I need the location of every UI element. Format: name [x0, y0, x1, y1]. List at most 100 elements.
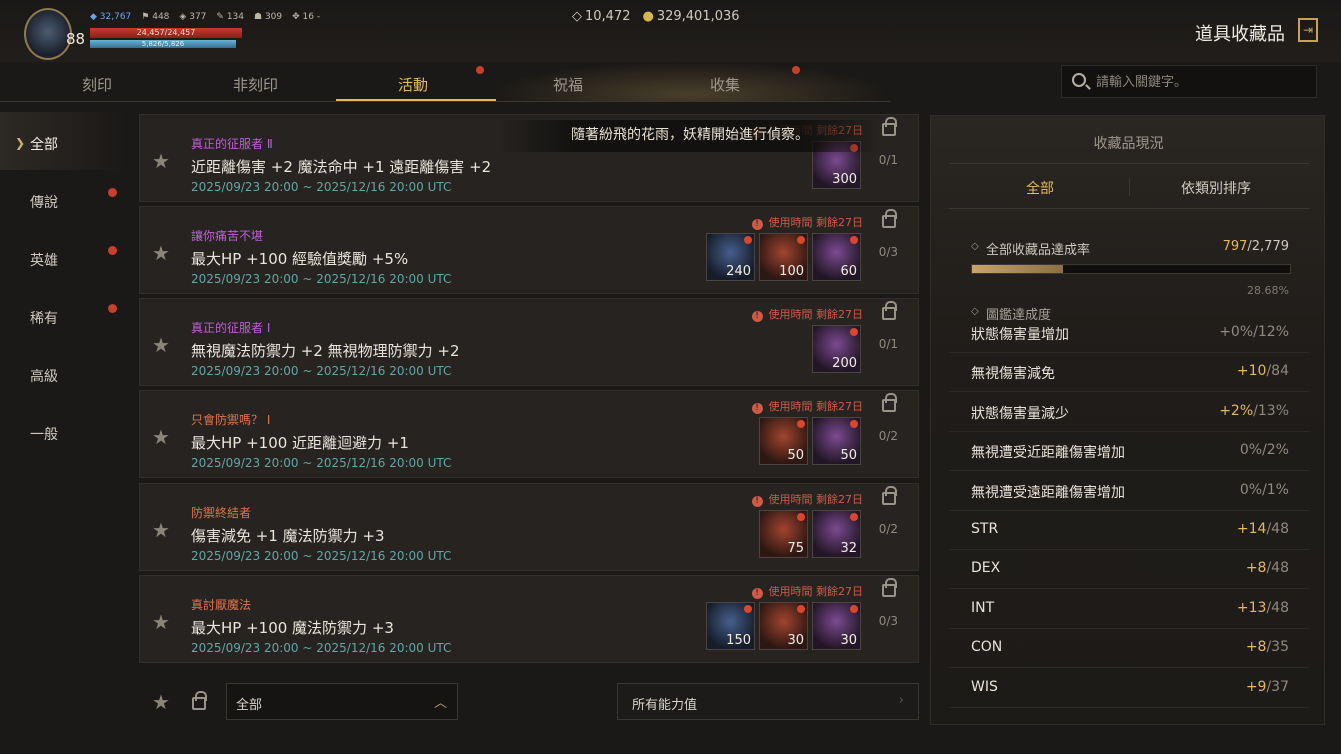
- category-dropdown[interactable]: 全部 ︿: [226, 683, 458, 720]
- sidebar-item-rare[interactable]: 稀有: [0, 286, 126, 344]
- stat-row: STR +14/48: [949, 512, 1309, 550]
- collection-period: 2025/09/23 20:00 ~ 2025/12/16 20:00 UTC: [191, 456, 452, 470]
- sidebar-item-heroic[interactable]: 英雄: [0, 228, 126, 286]
- stat-row: 無視傷害減免 +10/84: [949, 354, 1309, 393]
- collection-card[interactable]: ★ 讓你痛苦不堪 最大HP +100 經驗值獎勵 +5% 2025/09/23 …: [139, 206, 919, 294]
- tab-non-engraved[interactable]: 非刻印: [233, 74, 278, 95]
- stat-row: 狀態傷害量減少 +2%/13%: [949, 394, 1309, 432]
- lock-icon[interactable]: [882, 209, 897, 228]
- collection-count: 0/2: [878, 429, 898, 443]
- time-limit-warning: !使用時間 剩餘27日: [751, 398, 863, 414]
- favorite-star-icon[interactable]: ★: [152, 333, 170, 357]
- completion-rate-value: 797/2,779: [1222, 239, 1289, 254]
- lock-icon[interactable]: [882, 486, 897, 505]
- tab-event[interactable]: 活動: [398, 74, 428, 95]
- favorite-star-icon[interactable]: ★: [152, 425, 170, 449]
- material-slots: 240 100 60: [706, 233, 861, 281]
- collection-effect: 最大HP +100 經驗值獎勵 +5%: [191, 250, 409, 268]
- favorite-star-icon[interactable]: ★: [152, 241, 170, 265]
- notification-dot: [797, 420, 805, 428]
- material-slot[interactable]: 30: [812, 602, 861, 650]
- favorite-star-icon[interactable]: ★: [152, 610, 170, 634]
- stat-row: CON +8/35: [949, 630, 1309, 669]
- search-input[interactable]: [1096, 72, 1306, 92]
- lock-icon[interactable]: [882, 117, 897, 136]
- material-quantity: 50: [787, 448, 804, 463]
- search-icon[interactable]: [1072, 73, 1086, 87]
- stat-value: +0%/12%: [1219, 324, 1289, 340]
- material-quantity: 30: [840, 633, 857, 648]
- exit-icon[interactable]: ⇥: [1298, 18, 1318, 42]
- lock-icon[interactable]: [882, 578, 897, 597]
- collection-card[interactable]: ★ 真討厭魔法 最大HP +100 魔法防禦力 +3 2025/09/23 20…: [139, 575, 919, 663]
- tab-collection[interactable]: 收集: [710, 74, 740, 95]
- favorite-filter-star-icon[interactable]: ★: [152, 690, 170, 714]
- collection-period: 2025/09/23 20:00 ~ 2025/12/16 20:00 UTC: [191, 641, 452, 655]
- material-quantity: 300: [832, 172, 857, 187]
- collection-card[interactable]: ★ 防禦終結者 傷害減免 +1 魔法防禦力 +3 2025/09/23 20:0…: [139, 483, 919, 571]
- favorite-star-icon[interactable]: ★: [152, 149, 170, 173]
- stat-name: 無視遭受近距離傷害增加: [971, 445, 1125, 462]
- notification-dot: [797, 605, 805, 613]
- time-limit-warning: !使用時間 剩餘27日: [751, 491, 863, 507]
- lock-filter-icon[interactable]: [192, 691, 207, 710]
- sidebar-item-common[interactable]: 一般: [0, 402, 126, 460]
- lock-icon[interactable]: [882, 301, 897, 320]
- material-slot[interactable]: 75: [759, 510, 808, 558]
- collection-period: 2025/09/23 20:00 ~ 2025/12/16 20:00 UTC: [191, 272, 452, 286]
- material-slot[interactable]: 50: [759, 417, 808, 465]
- stat-name: INT: [971, 599, 995, 616]
- material-slot[interactable]: 240: [706, 233, 755, 281]
- sidebar-item-all[interactable]: ❯ 全部: [0, 112, 126, 170]
- material-slot[interactable]: 30: [759, 602, 808, 650]
- stat-value: +2%/13%: [1219, 402, 1289, 419]
- collection-period: 2025/09/23 20:00 ~ 2025/12/16 20:00 UTC: [191, 364, 452, 378]
- sidebar-item-legendary[interactable]: 傳說: [0, 170, 126, 228]
- favorite-star-icon[interactable]: ★: [152, 518, 170, 542]
- stat-name: 狀態傷害量增加: [971, 327, 1069, 343]
- warning-icon: !: [751, 403, 763, 414]
- panel-tab-all[interactable]: 全部: [1026, 178, 1054, 198]
- material-quantity: 240: [726, 264, 751, 279]
- hp-bar: 24,457/24,457: [90, 28, 242, 38]
- material-slot[interactable]: 150: [706, 602, 755, 650]
- collection-period: 2025/09/23 20:00 ~ 2025/12/16 20:00 UTC: [191, 549, 452, 563]
- warning-icon: !: [751, 588, 763, 599]
- sidebar-item-advanced[interactable]: 高級: [0, 344, 126, 402]
- tab-engraved[interactable]: 刻印: [82, 74, 112, 95]
- event-notice: 隨著紛飛的花雨，妖精開始進行偵察。: [500, 120, 880, 152]
- gold-coin-icon: ●: [642, 9, 654, 24]
- collection-card[interactable]: ★ 真正的征服者 Ⅰ 無視魔法防禦力 +2 無視物理防禦力 +2 2025/09…: [139, 298, 919, 386]
- warning-icon: !: [751, 311, 763, 322]
- stat-value: +8/48: [1245, 560, 1289, 577]
- material-quantity: 75: [787, 541, 804, 556]
- lock-icon[interactable]: [882, 393, 897, 412]
- stat-value: 0%/2%: [1239, 442, 1289, 459]
- collection-count: 0/3: [878, 245, 898, 259]
- stat-value: +9/37: [1245, 678, 1289, 695]
- tab-blessing[interactable]: 祝福: [553, 74, 583, 95]
- collection-count: 0/1: [878, 153, 898, 167]
- material-quantity: 150: [726, 633, 751, 648]
- material-slot[interactable]: 100: [759, 233, 808, 281]
- material-slot[interactable]: 32: [812, 510, 861, 558]
- character-avatar[interactable]: [24, 8, 72, 60]
- stat-2: ⚑ 448: [141, 12, 170, 22]
- material-slot[interactable]: 60: [812, 233, 861, 281]
- notification-dot: [850, 236, 858, 244]
- collection-list[interactable]: ★ 真正的征服者 Ⅱ 近距離傷害 +2 魔法命中 +1 遠距離傷害 +2 202…: [139, 114, 919, 670]
- material-quantity: 50: [840, 448, 857, 463]
- material-slot[interactable]: 50: [812, 417, 861, 465]
- top-bar: 88 ◆ 32,767 ⚑ 448 ◈ 377 ✎ 134 ☗ 309 ✥ 16…: [0, 0, 1341, 62]
- material-slot[interactable]: 200: [812, 325, 861, 373]
- panel-tab-sort-by-category[interactable]: 依類別排序: [1181, 178, 1251, 198]
- notification-dot: [108, 246, 117, 255]
- category-tabs: 刻印 非刻印 活動 祝福 收集: [18, 62, 898, 102]
- collection-count: 0/1: [878, 337, 898, 351]
- notification-dot: [797, 236, 805, 244]
- collection-card[interactable]: ★ 只會防禦嗎？ Ⅰ 最大HP +100 近距離迴避力 +1 2025/09/2…: [139, 390, 919, 478]
- collection-count: 0/3: [878, 614, 898, 628]
- diamond-bullet-icon: ◇: [971, 241, 979, 252]
- stat-filter-dropdown[interactable]: 所有能力值 ›: [617, 683, 919, 720]
- stat-3: ◈ 377: [179, 12, 207, 22]
